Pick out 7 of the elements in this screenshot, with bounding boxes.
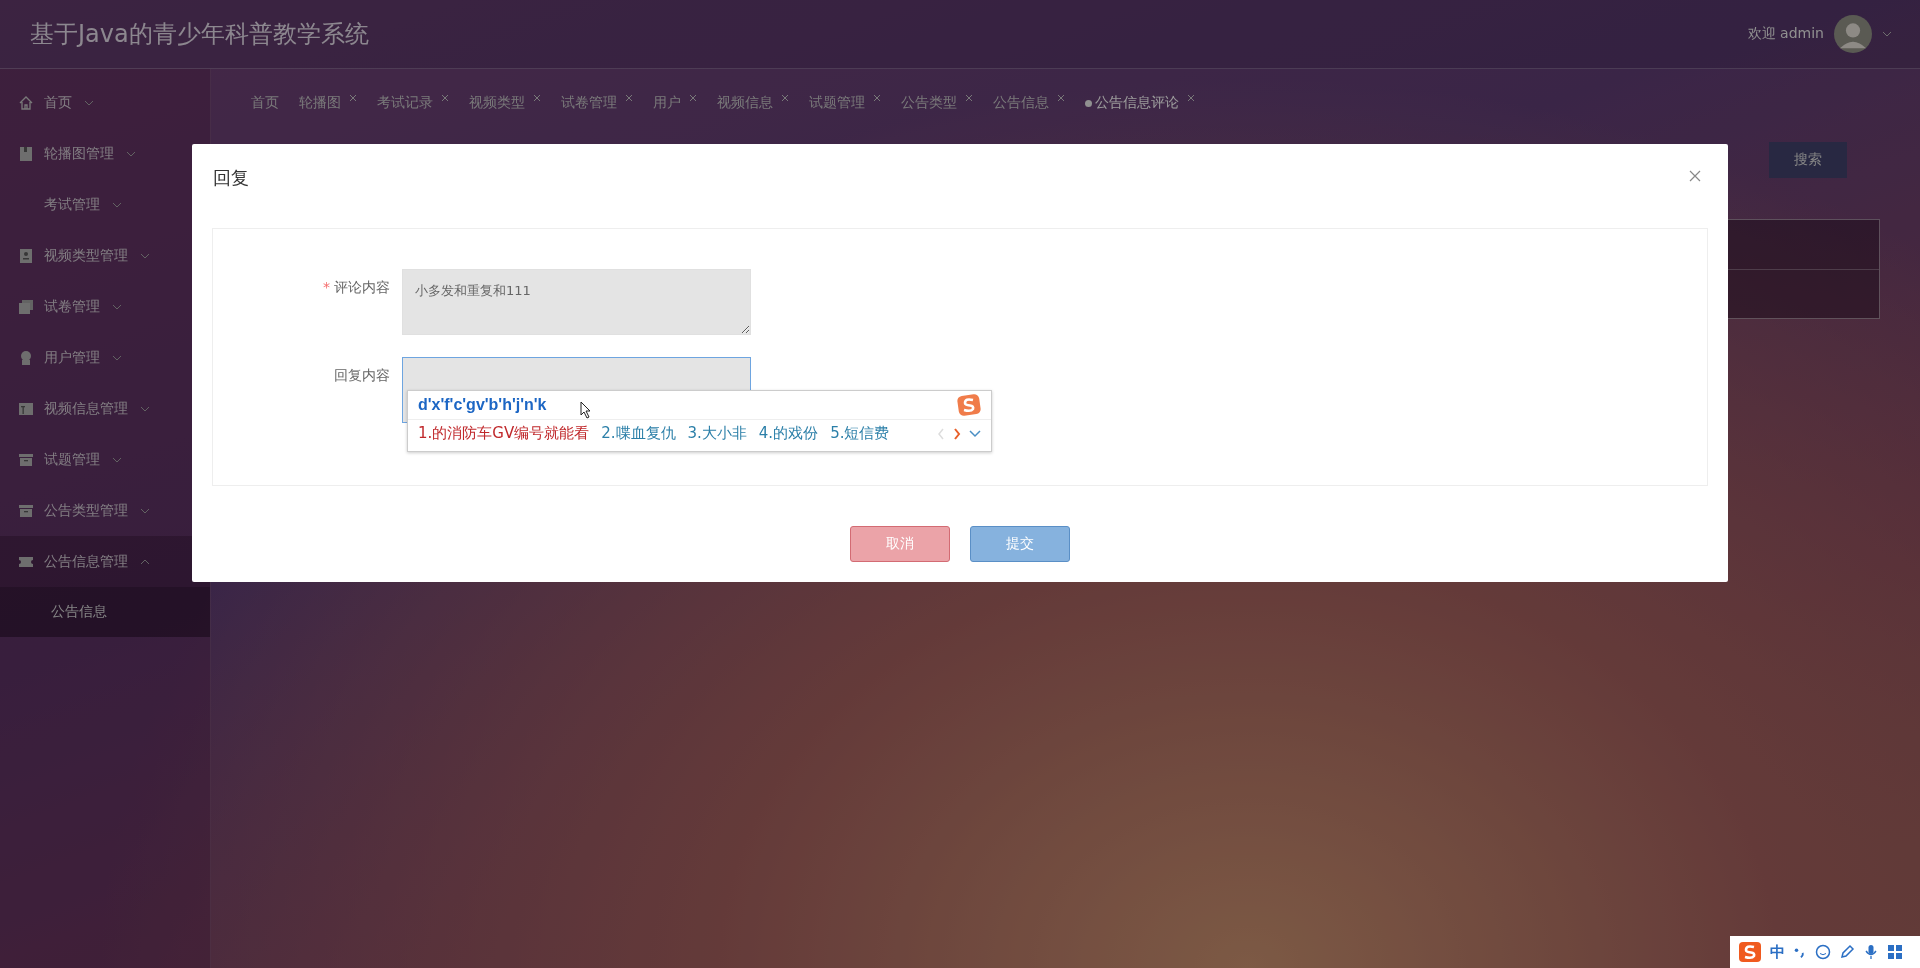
required-mark: * [323,279,330,295]
ime-composition: d'x'f'c'gv'b'h'j'n'k [418,396,547,414]
field-label: 回复内容 [334,367,390,383]
welcome-text: 欢迎 admin [1747,25,1824,43]
field-label: 评论内容 [334,279,390,295]
system-title: 基于Java的青少年科普教学系统 [30,19,369,50]
dialog-title: 回复 [213,166,249,190]
